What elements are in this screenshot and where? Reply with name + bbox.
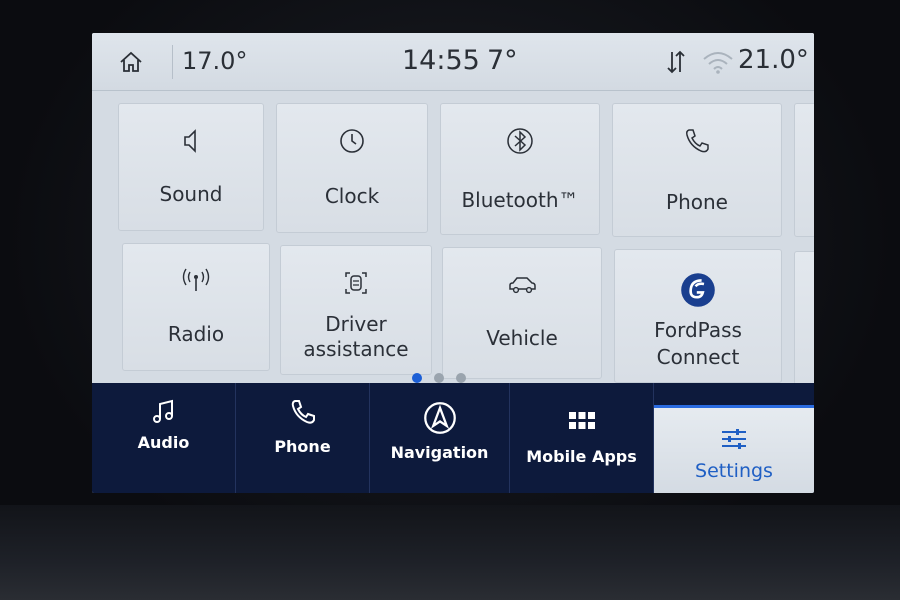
nav-settings[interactable]: Settings [654, 405, 814, 493]
tile-label: Phone [666, 190, 728, 214]
page-dot-2[interactable] [434, 373, 444, 383]
tile-driver-assistance[interactable]: Driver assistance [280, 245, 432, 375]
car-icon [509, 277, 536, 294]
clock-time: 14:55 [402, 45, 480, 76]
tile-radio[interactable]: Radio [122, 243, 270, 371]
bluetooth-icon [507, 128, 533, 154]
page-dot-1[interactable] [412, 373, 422, 383]
settings-tile-grid: Sound Clock Bluetooth™ Phone Radio Drive… [92, 91, 814, 385]
status-bar: 17.0° 14:55 7° 21.0° [92, 33, 814, 91]
tile-partial-next-row2[interactable] [794, 251, 814, 385]
tile-label: Sound [159, 182, 223, 206]
wifi-icon [703, 52, 733, 74]
tile-bluetooth[interactable]: Bluetooth™ [440, 103, 600, 235]
nav-label: Navigation [390, 443, 489, 462]
nav-label: Mobile Apps [526, 447, 637, 466]
nav-mobile-apps[interactable]: Mobile Apps [510, 383, 654, 493]
driver-assist-icon [345, 272, 367, 294]
nav-audio[interactable]: Audio [92, 383, 236, 493]
tile-label: Radio [167, 322, 225, 346]
driver-temperature[interactable]: 17.0° [182, 47, 247, 75]
data-transfer-icon [667, 50, 685, 74]
fordpass-icon [681, 273, 715, 307]
tile-label: FordPass [654, 318, 742, 342]
tile-phone[interactable]: Phone [612, 103, 782, 237]
tile-sound[interactable]: Sound [118, 103, 264, 231]
tile-label: Bluetooth™ [461, 188, 579, 212]
infotainment-screen: 17.0° 14:55 7° 21.0° Sound Clock Bluetoo… [92, 33, 814, 493]
passenger-temperature[interactable]: 21.0° [738, 45, 809, 75]
sliders-icon [722, 429, 746, 449]
home-icon[interactable] [118, 49, 144, 75]
nav-label: Settings [695, 460, 773, 482]
navigation-arrow-icon [423, 402, 456, 434]
speaker-icon [184, 129, 196, 153]
status-divider [172, 45, 173, 79]
bottom-navigation-bar: Audio Phone Navigation Mobile Apps Setti… [92, 383, 814, 493]
tile-vehicle[interactable]: Vehicle [442, 247, 602, 379]
nav-label: Audio [137, 433, 190, 452]
tile-partial-next[interactable] [794, 103, 814, 237]
tile-label: Clock [324, 184, 380, 208]
clock-icon [340, 129, 364, 153]
tile-label-line2: assistance [303, 337, 409, 361]
tile-fordpass-connect[interactable]: FordPass Connect [614, 249, 782, 383]
apps-grid-icon [568, 412, 595, 429]
dashboard-trim [0, 505, 900, 600]
phone-icon [686, 129, 709, 153]
page-dot-3[interactable] [456, 373, 466, 383]
tile-label: Vehicle [486, 326, 558, 350]
music-note-icon [152, 399, 173, 423]
phone-icon [291, 400, 315, 424]
tile-label: Driver [325, 312, 387, 336]
radio-antenna-icon [182, 268, 210, 291]
nav-phone[interactable]: Phone [236, 383, 370, 493]
outside-temperature: 7° [487, 45, 518, 76]
tile-label-line2: Connect [656, 345, 740, 369]
nav-navigation[interactable]: Navigation [370, 383, 510, 493]
tile-clock[interactable]: Clock [276, 103, 428, 233]
nav-label: Phone [274, 437, 331, 456]
